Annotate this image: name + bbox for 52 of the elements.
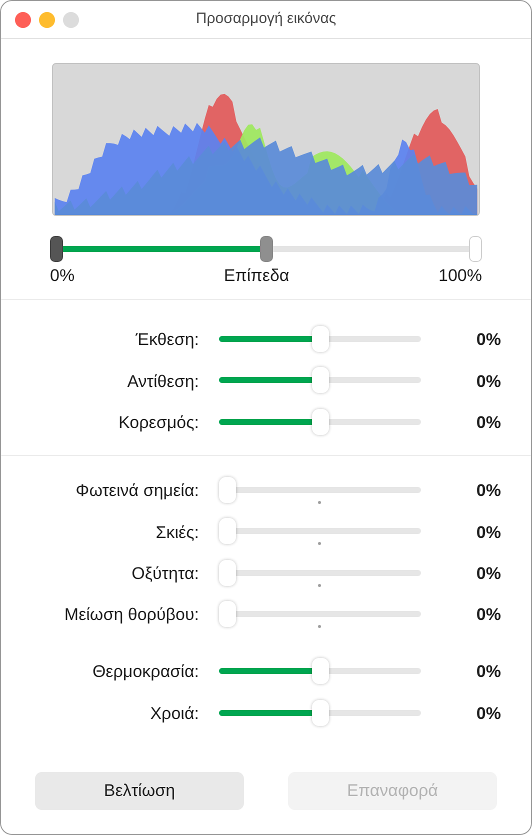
value-label: 0% — [476, 604, 501, 626]
value-label: 0% — [476, 412, 501, 434]
min-label: 0% — [50, 265, 75, 287]
adjustment-slider[interactable] — [219, 477, 421, 506]
slider-thumb[interactable] — [312, 367, 328, 394]
adjustment-slider[interactable] — [219, 367, 421, 396]
value-label: 0% — [476, 329, 501, 352]
value-label: 0% — [476, 661, 501, 684]
adjustment-slider[interactable] — [219, 326, 421, 354]
shadow-point-handle[interactable] — [50, 236, 63, 262]
slider-thumb[interactable] — [312, 700, 328, 726]
window-title: Προσαρμογή εικόνας — [196, 9, 336, 30]
slider-label: Θερμοκρασία: — [91, 661, 199, 684]
adjustment-slider[interactable] — [219, 408, 421, 437]
value-label: 0% — [476, 522, 501, 544]
slider-thumb[interactable] — [312, 408, 328, 435]
max-label: 100% — [438, 265, 482, 287]
levels-label: Επίπεδα — [224, 265, 290, 287]
slider-thumb[interactable] — [312, 658, 328, 684]
slider-label: Έκθεση: — [134, 329, 199, 352]
slider-label: Μείωση θορύβου: — [63, 604, 199, 626]
minimize-button[interactable] — [39, 12, 55, 28]
adjustment-slider[interactable] — [219, 700, 421, 728]
slider-thumb[interactable] — [219, 477, 236, 504]
value-label: 0% — [476, 370, 501, 393]
center-tick — [318, 542, 321, 546]
slider-label: Σκιές: — [154, 522, 199, 544]
close-button[interactable] — [15, 12, 31, 28]
center-tick — [318, 624, 321, 628]
adjustment-slider[interactable] — [219, 560, 421, 588]
slider-thumb[interactable] — [219, 518, 236, 544]
value-label: 0% — [476, 702, 501, 725]
slider-label: Κορεσμός: — [118, 412, 199, 434]
slider-label: Χροιά: — [149, 702, 199, 725]
slider-thumb[interactable] — [219, 560, 236, 586]
slider-thumb[interactable] — [219, 600, 236, 627]
midpoint-handle[interactable] — [260, 236, 272, 262]
slider-label: Οξύτητα: — [130, 562, 199, 585]
slider-label: Αντίθεση: — [126, 370, 199, 393]
enhance-button[interactable]: Βελτίωση — [35, 772, 244, 810]
highlight-point-handle[interactable] — [469, 236, 482, 262]
slider-thumb[interactable] — [312, 326, 328, 352]
slider-label: Φωτεινά σημεία: — [74, 480, 199, 502]
adjustment-slider[interactable] — [219, 658, 421, 686]
levels-slider[interactable] — [50, 236, 482, 262]
center-tick — [318, 584, 321, 587]
adjustment-slider[interactable] — [219, 518, 421, 546]
value-label: 0% — [476, 562, 501, 585]
center-tick — [318, 501, 321, 504]
value-label: 0% — [476, 480, 501, 502]
adjustment-slider[interactable] — [219, 600, 421, 629]
zoom-button[interactable] — [63, 12, 79, 28]
